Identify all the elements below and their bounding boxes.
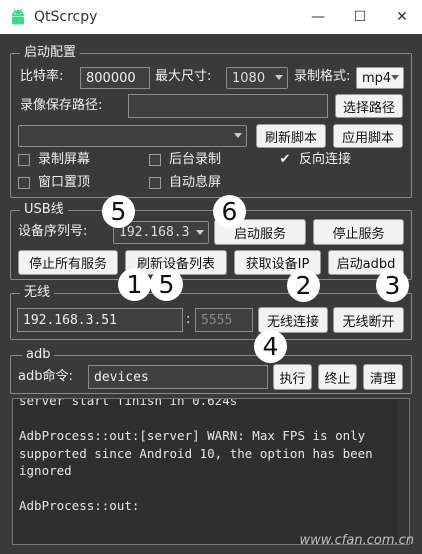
background-record-checkbox[interactable] [149, 154, 161, 166]
window-top-label: 窗口置顶 [38, 175, 91, 190]
serial-label: 设备序列号: [18, 224, 88, 239]
adb-command-label: adb命令: [18, 369, 73, 384]
reverse-connect-checkbox[interactable]: ✔ [279, 152, 291, 167]
annotation-badge-2: 2 [287, 269, 320, 302]
android-app-icon [12, 8, 24, 25]
wireless-disconnect-button[interactable]: 无线断开 [333, 307, 404, 333]
wireless-ip-input[interactable]: 192.168.3.51 [17, 308, 183, 332]
port-separator: : [186, 312, 191, 327]
minimize-icon: — [311, 9, 325, 25]
log-output[interactable]: server start finish in 0.624s AdbProcess… [12, 398, 410, 545]
save-path-label: 录像保存路径: [20, 98, 103, 113]
save-path-input[interactable] [128, 94, 328, 118]
reverse-connect-label: 反向连接 [299, 152, 352, 167]
annotation-badge-3: 3 [376, 269, 409, 302]
minimize-button[interactable]: — [298, 0, 338, 34]
max-size-value: 1080 [232, 70, 266, 86]
checkmark-icon: ✔ [279, 152, 291, 167]
record-screen-label: 录制屏幕 [38, 152, 91, 167]
serial-value: 192.168.3 [119, 225, 190, 240]
window-top-checkbox[interactable] [18, 177, 30, 189]
wireless-ip-value: 192.168.3.51 [23, 312, 117, 328]
terminate-button[interactable]: 终止 [318, 364, 357, 390]
max-size-label: 最大尺寸: [155, 69, 212, 84]
adb-group-title: adb [22, 347, 55, 363]
log-text: server start finish in 0.624s AdbProcess… [19, 398, 373, 513]
port-input[interactable]: 5555 [195, 308, 253, 332]
annotation-badge-1: 1 [118, 268, 151, 301]
execute-button[interactable]: 执行 [273, 364, 312, 390]
annotation-badge-5b: 5 [150, 268, 183, 301]
record-screen-checkbox[interactable] [18, 154, 30, 166]
auto-lock-label: 自动息屏 [169, 175, 222, 190]
startup-config-title: 启动配置 [20, 45, 81, 61]
record-format-select[interactable]: mp4 [356, 67, 404, 89]
chevron-down-icon [234, 133, 242, 138]
maximize-icon: ☐ [353, 9, 367, 25]
background-record-label: 后台录制 [169, 152, 222, 167]
bitrate-label: 比特率: [20, 69, 64, 84]
stop-service-button[interactable]: 停止服务 [313, 219, 404, 245]
annotation-badge-5: 5 [102, 195, 135, 228]
close-icon: ✕ [396, 9, 408, 25]
adb-command-value: devices [94, 369, 149, 385]
clear-button[interactable]: 清理 [363, 364, 403, 390]
wireless-group-title: 无线 [20, 285, 55, 301]
chevron-down-icon [275, 75, 283, 80]
chevron-down-icon [391, 75, 399, 80]
close-button[interactable]: ✕ [382, 0, 422, 34]
annotation-badge-6: 6 [213, 195, 246, 228]
bitrate-value: 800000 [86, 70, 136, 86]
port-placeholder: 5555 [201, 312, 233, 328]
record-format-value: mp4 [362, 70, 392, 86]
record-format-label: 录制格式: [294, 69, 351, 84]
chevron-down-icon [196, 229, 204, 235]
log-scrollbar[interactable] [398, 400, 408, 543]
refresh-script-button[interactable]: 刷新脚本 [256, 124, 326, 148]
select-path-button[interactable]: 选择路径 [335, 94, 403, 118]
stop-all-services-button[interactable]: 停止所有服务 [18, 250, 118, 275]
apply-script-button[interactable]: 应用脚本 [333, 124, 403, 148]
max-size-select[interactable]: 1080 [226, 67, 288, 89]
title-bar: QtScrcpy — ☐ ✕ [0, 0, 422, 34]
annotation-badge-4: 4 [254, 330, 287, 363]
bitrate-input[interactable]: 800000 [80, 67, 150, 89]
watermark: www.cfan.com.cn [299, 533, 414, 548]
maximize-button[interactable]: ☐ [340, 0, 380, 34]
usb-group-title: USB线 [20, 202, 68, 218]
window-title: QtScrcpy [34, 9, 98, 25]
script-select[interactable] [18, 125, 247, 147]
auto-lock-checkbox[interactable] [149, 177, 161, 189]
adb-command-input[interactable]: devices [88, 365, 268, 389]
